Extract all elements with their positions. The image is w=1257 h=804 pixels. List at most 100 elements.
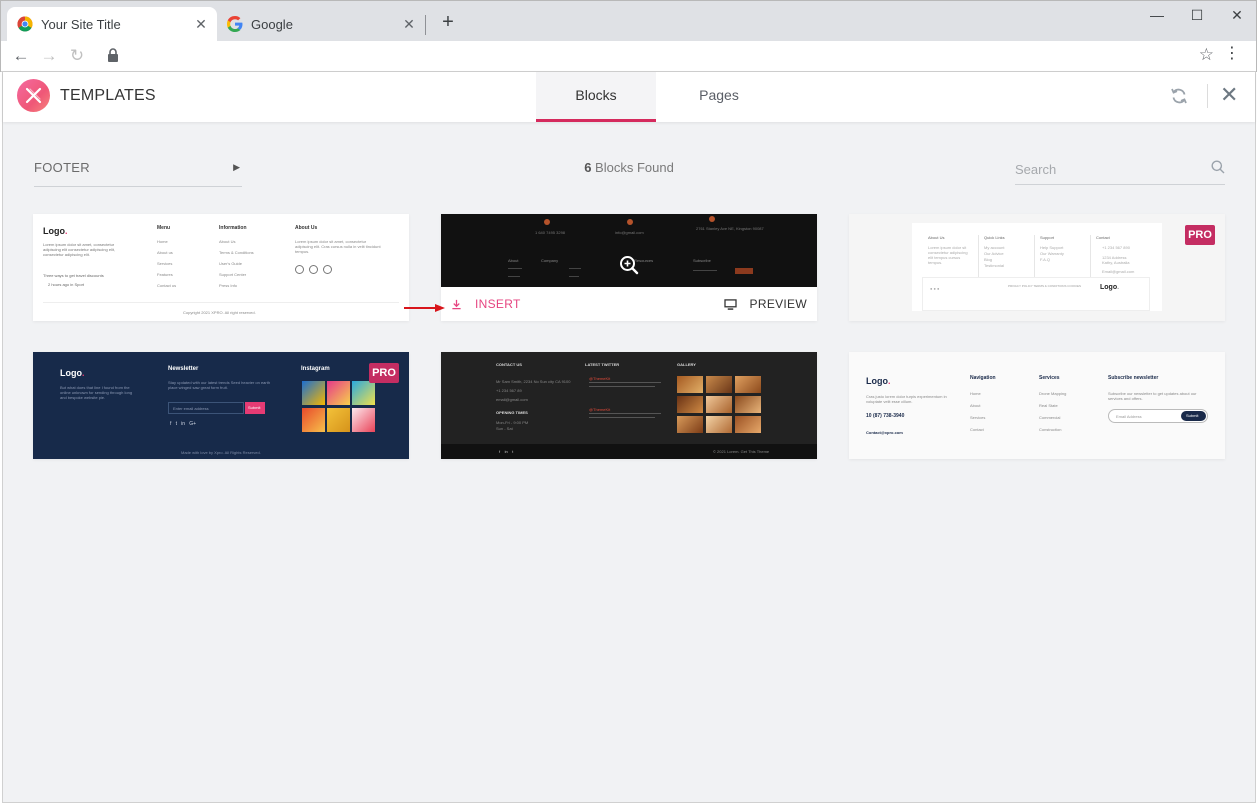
card-link: Services — [970, 415, 986, 420]
card-link: Commercial — [1039, 415, 1061, 420]
insert-button[interactable]: INSERT — [451, 295, 521, 313]
reload-button[interactable]: ↻ — [67, 46, 87, 66]
card-link: Contact — [970, 427, 984, 432]
templates-modal: TEMPLATES Blocks Pages ✕ FOOTER ▶ 6 Bloc… — [2, 72, 1256, 803]
twitter-icon — [309, 265, 318, 274]
minimize-button[interactable]: — — [1147, 7, 1167, 23]
card-link: Features — [157, 272, 173, 277]
social-icons: f in t — [499, 449, 514, 454]
template-card-3[interactable]: About Us Lorem ipsum dolor sit consectet… — [849, 214, 1225, 321]
back-button[interactable]: ← — [11, 46, 31, 66]
card-heading: About Us — [295, 225, 318, 231]
template-card-5[interactable]: CONTACT US Mr Sam Smith, 2234 No Sun cit… — [441, 352, 817, 459]
tab-pages[interactable]: Pages — [659, 72, 779, 122]
card-text: +1 234 567 89 — [496, 388, 522, 393]
card-text: Mr Sam Smith, 2234 No Sun city CA 9100 — [496, 379, 571, 384]
card-text: info@gmail.com — [615, 230, 644, 235]
card-line — [589, 417, 655, 418]
social-icons: f t in G+ — [170, 421, 197, 427]
card-footer-box — [922, 277, 1150, 311]
browser-tab[interactable]: Google ✕ — [217, 7, 425, 41]
newsletter-email-field: Enter email address — [168, 402, 244, 414]
card-text: tempus. — [295, 249, 310, 254]
card-line — [508, 276, 520, 277]
instagram-thumb — [327, 408, 350, 432]
gallery-thumb — [735, 396, 761, 413]
card-heading: Contact — [1096, 235, 1110, 240]
card-text: Blog — [984, 257, 993, 262]
card-heading: Information — [219, 225, 247, 231]
card-link: About Us — [219, 239, 236, 244]
tab-title: Your Site Title — [41, 16, 121, 32]
card-heading: Newsletter — [168, 366, 199, 372]
card-heading: OPENING TIMES — [496, 410, 528, 415]
card-line — [569, 276, 579, 277]
card-link: About us — [157, 250, 173, 255]
card-copyright: Copyright 2021 XPRO. All right reserved. — [183, 310, 256, 315]
card-text: consectetur adipiscing elit. — [43, 252, 90, 257]
search-box[interactable] — [1015, 156, 1225, 185]
gallery-thumb — [706, 376, 732, 393]
card-text: and bespoke website pie. — [60, 395, 106, 400]
card-link: Real State — [1039, 403, 1058, 408]
preview-button[interactable]: PREVIEW — [723, 295, 807, 313]
forward-button[interactable]: → — [39, 46, 59, 66]
search-input[interactable] — [1015, 158, 1205, 180]
card-logo: Logo. — [60, 368, 85, 378]
tab-separator — [425, 15, 426, 35]
card-tweet: @ThemeKit — [589, 376, 611, 381]
preview-label: PREVIEW — [749, 297, 807, 311]
card-action-bar: INSERT PREVIEW — [441, 287, 817, 321]
card-line — [569, 268, 581, 269]
card-link: Home — [157, 239, 168, 244]
card-text: My account — [984, 245, 1005, 250]
card-text: 1 640 7495 3298 — [535, 230, 566, 235]
bookmark-star-icon[interactable]: ☆ — [1199, 45, 1214, 65]
card-text: Sun - Sat — [496, 426, 513, 431]
template-card-4[interactable]: Logo. But what does that line I found fr… — [33, 352, 409, 459]
card-link: Construction — [1039, 427, 1062, 432]
card-text: services and offers. — [1108, 396, 1143, 401]
subscribe-mini-button — [735, 268, 753, 274]
gallery-thumb — [735, 376, 761, 393]
card-link: About — [970, 403, 981, 408]
window-close-button[interactable]: ✕ — [1227, 7, 1247, 24]
maximize-button[interactable]: ☐ — [1187, 7, 1207, 24]
sync-icon[interactable] — [1169, 86, 1189, 106]
browser-tab-active[interactable]: Your Site Title ✕ — [7, 7, 217, 41]
card-text: F.A.Q — [1040, 257, 1051, 262]
menu-kebab-icon[interactable]: ⋮ — [1224, 45, 1240, 63]
close-tab-icon[interactable]: ✕ — [193, 16, 209, 32]
card-heading: Support — [1040, 235, 1055, 240]
card-inner-preview: About Us Lorem ipsum dolor sit consectet… — [912, 223, 1162, 311]
contact-email-icon — [627, 219, 633, 225]
template-card-2[interactable]: 1 640 7495 3298 info@gmail.com 2761 Stan… — [441, 214, 817, 321]
search-icon[interactable] — [1211, 160, 1225, 174]
tab-blocks[interactable]: Blocks — [536, 72, 656, 122]
template-card-1[interactable]: Logo. Lorem ipsum dolor sit amet, consec… — [33, 214, 409, 321]
modal-header: TEMPLATES Blocks Pages ✕ — [3, 72, 1255, 122]
download-icon — [452, 299, 461, 309]
facebook-icon — [295, 265, 304, 274]
close-tab-icon[interactable]: ✕ — [401, 16, 417, 32]
chrome-icon — [17, 16, 33, 32]
template-card-6[interactable]: Logo. Cras justo lorem dolor turpis expe… — [849, 352, 1225, 459]
zoom-in-icon[interactable] — [619, 255, 639, 275]
new-tab-button[interactable]: + — [438, 11, 458, 34]
card-line — [589, 386, 655, 387]
contact-address-icon — [709, 216, 715, 222]
card-line — [589, 382, 661, 383]
card-heading: LATEST TWITTER — [585, 362, 620, 367]
column-divider — [1090, 235, 1091, 277]
close-modal-button[interactable]: ✕ — [1220, 84, 1238, 106]
gallery-thumb — [677, 376, 703, 393]
card-link: Terms & Conditions — [219, 250, 254, 255]
card-text: 2 hours ago in Sport — [48, 282, 85, 287]
card-heading: Instagram — [301, 366, 330, 372]
card-text: Testimonial — [984, 263, 1005, 268]
browser-toolbar: ← → ↻ — [1, 41, 1256, 72]
card-text: tempus. — [928, 260, 943, 265]
card-text: 2761 Stanley Ave NE, Kingston 90087 — [696, 226, 764, 231]
card-heading: CONTACT US — [496, 362, 522, 367]
card-copyright: © 2021 Lorem. Get This Theme — [713, 449, 770, 454]
